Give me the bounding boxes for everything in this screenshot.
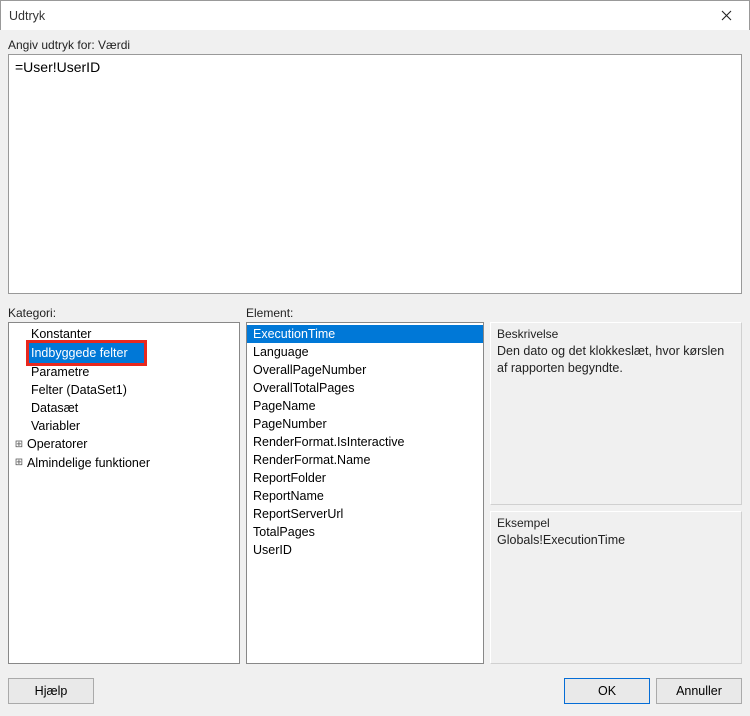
category-item[interactable]: Variabler xyxy=(9,417,239,435)
element-item[interactable]: RenderFormat.IsInteractive xyxy=(247,433,483,451)
category-item-label: Konstanter xyxy=(29,325,93,343)
button-bar: Hjælp OK Annuller xyxy=(8,664,742,708)
category-label: Kategori: xyxy=(8,304,240,322)
category-item-label: Parametre xyxy=(29,363,91,381)
description-pane: Beskrivelse Den dato og det klokkeslæt, … xyxy=(490,322,742,505)
dialog-content: Angiv udtryk for: Værdi Kategori: Konsta… xyxy=(0,30,750,716)
expression-label: Angiv udtryk for: Værdi xyxy=(8,38,742,52)
element-label: Element: xyxy=(246,304,484,322)
category-column: Kategori: KonstanterIndbyggede felterPar… xyxy=(8,304,240,664)
category-item-label: Operatorer xyxy=(25,435,89,453)
expression-textarea[interactable] xyxy=(8,54,742,294)
close-icon[interactable] xyxy=(704,1,749,31)
description-text: Den dato og det klokkeslæt, hvor kørslen… xyxy=(497,343,735,377)
window-title: Udtryk xyxy=(9,9,45,23)
titlebar: Udtryk xyxy=(1,1,749,31)
element-item[interactable]: ReportServerUrl xyxy=(247,505,483,523)
category-item-label: Variabler xyxy=(29,417,82,435)
ok-button[interactable]: OK xyxy=(564,678,650,704)
element-item[interactable]: OverallTotalPages xyxy=(247,379,483,397)
category-item[interactable]: Konstanter xyxy=(9,325,239,343)
element-item[interactable]: TotalPages xyxy=(247,523,483,541)
element-item[interactable]: PageNumber xyxy=(247,415,483,433)
category-item-label: Almindelige funktioner xyxy=(25,454,152,472)
description-title: Beskrivelse xyxy=(497,327,735,341)
right-column: Beskrivelse Den dato og det klokkeslæt, … xyxy=(490,304,742,664)
element-item[interactable]: ReportFolder xyxy=(247,469,483,487)
category-item-label: Indbyggede felter xyxy=(29,343,144,363)
element-column: Element: ExecutionTimeLanguageOverallPag… xyxy=(246,304,484,664)
category-item[interactable]: Parametre xyxy=(9,363,239,381)
category-item-label: Felter (DataSet1) xyxy=(29,381,129,399)
element-item[interactable]: UserID xyxy=(247,541,483,559)
example-text: Globals!ExecutionTime xyxy=(497,532,735,549)
example-title: Eksempel xyxy=(497,516,735,530)
category-item-label: Datasæt xyxy=(29,399,80,417)
element-item[interactable]: ReportName xyxy=(247,487,483,505)
element-item[interactable]: ExecutionTime xyxy=(247,325,483,343)
middle-row: Kategori: KonstanterIndbyggede felterPar… xyxy=(8,304,742,664)
plus-icon[interactable]: ⊞ xyxy=(13,436,25,454)
element-item[interactable]: PageName xyxy=(247,397,483,415)
help-button[interactable]: Hjælp xyxy=(8,678,94,704)
category-tree[interactable]: KonstanterIndbyggede felterParametreFelt… xyxy=(8,322,240,664)
element-item[interactable]: RenderFormat.Name xyxy=(247,451,483,469)
element-list[interactable]: ExecutionTimeLanguageOverallPageNumberOv… xyxy=(246,322,484,664)
example-pane: Eksempel Globals!ExecutionTime xyxy=(490,511,742,664)
cancel-button[interactable]: Annuller xyxy=(656,678,742,704)
category-item[interactable]: ⊞Operatorer xyxy=(9,435,239,454)
plus-icon[interactable]: ⊞ xyxy=(13,454,25,472)
category-item[interactable]: Felter (DataSet1) xyxy=(9,381,239,399)
element-item[interactable]: Language xyxy=(247,343,483,361)
category-item[interactable]: Datasæt xyxy=(9,399,239,417)
element-item[interactable]: OverallPageNumber xyxy=(247,361,483,379)
category-item[interactable]: ⊞Almindelige funktioner xyxy=(9,454,239,473)
category-item[interactable]: Indbyggede felter xyxy=(9,343,239,363)
